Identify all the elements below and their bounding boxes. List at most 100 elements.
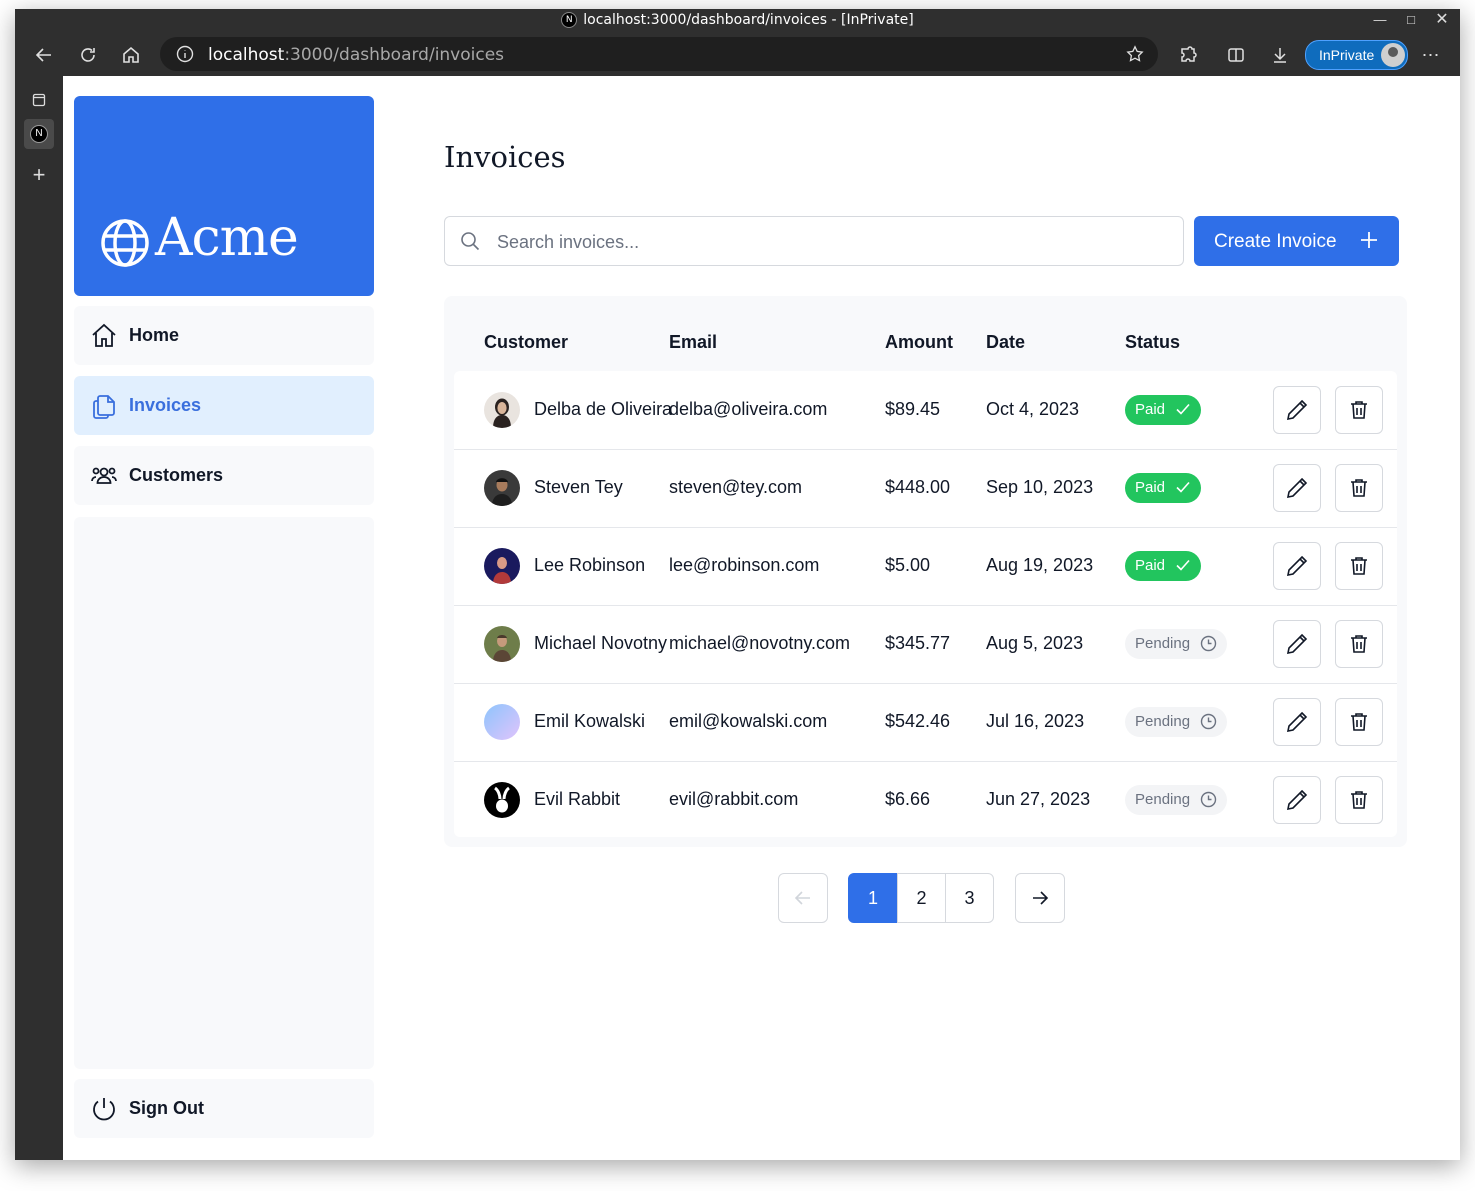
trash-icon bbox=[1351, 791, 1367, 809]
nav-home[interactable]: Home bbox=[74, 306, 374, 365]
arrow-left-icon bbox=[794, 891, 810, 905]
url-text[interactable]: localhost:3000/dashboard/invoices bbox=[208, 45, 504, 65]
pencil-icon bbox=[1286, 789, 1308, 811]
downloads-icon[interactable] bbox=[1264, 39, 1296, 71]
sidebar-spacer bbox=[74, 517, 374, 1069]
search-box[interactable] bbox=[444, 216, 1184, 266]
customer-name: Evil Rabbit bbox=[534, 789, 621, 809]
edit-button[interactable] bbox=[1273, 386, 1321, 434]
create-invoice-button[interactable]: Create Invoice bbox=[1194, 216, 1399, 266]
avatar bbox=[484, 392, 520, 428]
user-group-icon bbox=[91, 467, 117, 484]
customer-name: Delba de Oliveira bbox=[534, 399, 673, 419]
edit-button[interactable] bbox=[1273, 776, 1321, 824]
delete-button[interactable] bbox=[1335, 698, 1383, 746]
invoices-table: Customer Email Amount Date Status Delba … bbox=[444, 296, 1407, 847]
invoice-date: Oct 4, 2023 bbox=[986, 399, 1080, 419]
page-title: Invoices bbox=[444, 140, 566, 174]
status-badge: Pending bbox=[1125, 707, 1227, 737]
avatar bbox=[484, 704, 520, 740]
header-date: Date bbox=[986, 332, 1026, 352]
more-options-icon[interactable]: ⋯ bbox=[1415, 39, 1447, 71]
document-duplicate-icon bbox=[93, 395, 115, 419]
avatar bbox=[484, 548, 520, 584]
avatar bbox=[484, 470, 520, 506]
title-bar: Nlocalhost:3000/dashboard/invoices - [In… bbox=[15, 9, 1460, 33]
edit-button[interactable] bbox=[1273, 542, 1321, 590]
sign-out-button[interactable]: Sign Out bbox=[74, 1079, 374, 1138]
avatar bbox=[484, 626, 520, 662]
address-bar[interactable]: localhost:3000/dashboard/invoices bbox=[160, 37, 1158, 71]
nav-invoices[interactable]: Invoices bbox=[74, 376, 374, 435]
trash-icon bbox=[1351, 401, 1367, 419]
invoice-amount: $542.46 bbox=[885, 711, 951, 731]
globe-icon bbox=[101, 219, 149, 267]
browser-toolbar: localhost:3000/dashboard/invoices InPriv… bbox=[15, 33, 1460, 76]
pencil-icon bbox=[1286, 711, 1308, 733]
customer-email: evil@rabbit.com bbox=[669, 789, 799, 809]
delete-button[interactable] bbox=[1335, 542, 1383, 590]
window-title: Nlocalhost:3000/dashboard/invoices - [In… bbox=[15, 12, 1460, 28]
delete-button[interactable] bbox=[1335, 620, 1383, 668]
header-status: Status bbox=[1125, 332, 1181, 352]
status-badge: Paid bbox=[1125, 395, 1201, 425]
next-page-button[interactable] bbox=[1015, 873, 1065, 923]
tab-actions-icon[interactable] bbox=[24, 85, 54, 115]
customer-name: Emil Kowalski bbox=[534, 711, 646, 731]
edit-button[interactable] bbox=[1273, 620, 1321, 668]
check-icon bbox=[1176, 481, 1190, 493]
acme-logo[interactable]: Acme bbox=[74, 96, 374, 296]
power-icon bbox=[93, 1098, 115, 1121]
customer-email: delba@oliveira.com bbox=[669, 399, 828, 419]
close-icon[interactable]: ✕ bbox=[1427, 9, 1457, 33]
new-tab-icon[interactable]: + bbox=[24, 160, 54, 190]
favorite-star-icon[interactable] bbox=[1126, 45, 1144, 68]
previous-page-button[interactable] bbox=[778, 873, 828, 923]
back-arrow-icon[interactable] bbox=[28, 39, 60, 71]
minimize-icon[interactable]: — bbox=[1365, 9, 1395, 33]
table-row: Delba de Oliveira delba@oliveira.com $89… bbox=[454, 371, 1397, 450]
page-button-2[interactable]: 2 bbox=[897, 873, 946, 923]
table-row: Lee Robinson lee@robinson.com $5.00 Aug … bbox=[454, 527, 1397, 606]
site-info-icon[interactable] bbox=[176, 45, 194, 68]
split-screen-icon[interactable] bbox=[1220, 39, 1252, 71]
delete-button[interactable] bbox=[1335, 386, 1383, 434]
home-browser-icon[interactable] bbox=[115, 39, 147, 71]
customer-name: Lee Robinson bbox=[534, 555, 646, 575]
extensions-icon[interactable] bbox=[1172, 39, 1204, 71]
vertical-tab-strip: N + bbox=[15, 76, 63, 1160]
clock-icon bbox=[1200, 791, 1217, 808]
tab-nextjs-icon[interactable]: N bbox=[24, 119, 54, 149]
inprivate-profile-button[interactable]: InPrivate bbox=[1305, 40, 1408, 70]
pencil-icon bbox=[1286, 555, 1308, 577]
search-icon bbox=[461, 232, 480, 251]
invoice-amount: $89.45 bbox=[885, 399, 941, 419]
trash-icon bbox=[1351, 635, 1367, 653]
edit-button[interactable] bbox=[1273, 698, 1321, 746]
delete-button[interactable] bbox=[1335, 776, 1383, 824]
customer-name: Steven Tey bbox=[534, 477, 623, 497]
home-icon bbox=[92, 323, 116, 347]
check-icon bbox=[1176, 403, 1190, 415]
search-input[interactable] bbox=[495, 229, 1159, 255]
plus-icon bbox=[1361, 232, 1377, 248]
table-body: Delba de Oliveira delba@oliveira.com $89… bbox=[454, 371, 1397, 837]
maximize-icon[interactable]: □ bbox=[1396, 9, 1426, 33]
browser-window: Nlocalhost:3000/dashboard/invoices - [In… bbox=[15, 9, 1460, 1160]
page-button-3[interactable]: 3 bbox=[945, 873, 994, 923]
invoice-date: Jun 27, 2023 bbox=[986, 789, 1091, 809]
invoice-amount: $6.66 bbox=[885, 789, 931, 809]
customer-name: Michael Novotny bbox=[534, 633, 668, 653]
refresh-icon[interactable] bbox=[72, 39, 104, 71]
logo-text: Acme bbox=[155, 208, 299, 268]
invoice-amount: $5.00 bbox=[885, 555, 931, 575]
edit-button[interactable] bbox=[1273, 464, 1321, 512]
invoice-amount: $345.77 bbox=[885, 633, 951, 653]
delete-button[interactable] bbox=[1335, 464, 1383, 512]
header-amount: Amount bbox=[885, 332, 953, 352]
nav-customers[interactable]: Customers bbox=[74, 446, 374, 505]
status-badge: Paid bbox=[1125, 473, 1201, 503]
pencil-icon bbox=[1286, 399, 1308, 421]
trash-icon bbox=[1351, 713, 1367, 731]
page-button-1[interactable]: 1 bbox=[848, 873, 898, 923]
